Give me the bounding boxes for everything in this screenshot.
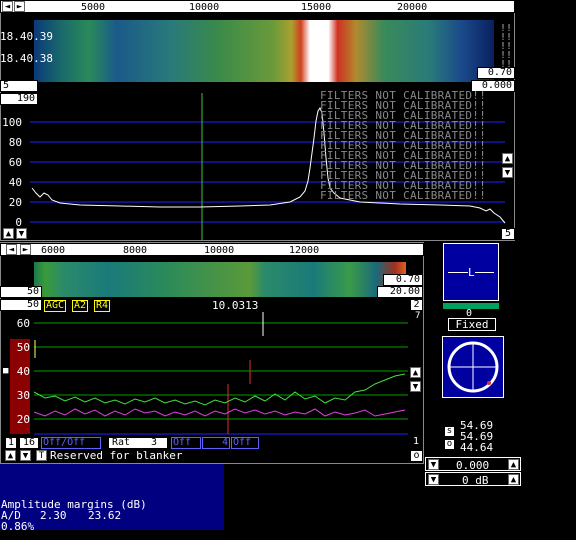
gain-up-button[interactable]: ▲ bbox=[508, 459, 519, 470]
y-axis-label: 100 bbox=[2, 116, 22, 129]
control-number-16[interactable]: 16 bbox=[19, 437, 39, 449]
freq-tick-label: 10000 bbox=[204, 245, 235, 256]
off-toggle[interactable]: Off bbox=[171, 437, 201, 449]
right-number-box[interactable]: 2 bbox=[410, 299, 423, 311]
lower-frequency-scale: ◄ ► 6000 8000 10000 12000 bbox=[0, 243, 424, 256]
db-value: 0 dB bbox=[462, 474, 489, 487]
freq-tick-label: 8000 bbox=[123, 245, 148, 256]
mode-fixed[interactable]: Fixed bbox=[448, 318, 496, 331]
lower-waterfall[interactable] bbox=[34, 262, 406, 297]
freq-tick-label: 12000 bbox=[289, 245, 320, 256]
time-label: 18.40.38 bbox=[0, 52, 53, 65]
readout-o-value: 44.64 bbox=[460, 441, 494, 454]
o-button[interactable]: o bbox=[410, 450, 423, 462]
lower-y-axis-label: 30 bbox=[16, 389, 30, 402]
readout-label-s: s bbox=[446, 426, 453, 436]
top-frequency-scale: ◄ ► 5000 10000 15000 20000 bbox=[0, 0, 515, 13]
scroll-up-button[interactable]: ▲ bbox=[502, 153, 513, 164]
control-number-1[interactable]: 1 bbox=[5, 437, 17, 449]
lower-waterfall-left-number[interactable]: 50 bbox=[0, 286, 42, 298]
blanker-up-button[interactable]: ▲ bbox=[5, 450, 16, 461]
lower-y-axis-label: 40 bbox=[16, 365, 30, 378]
readout-box-o: o bbox=[444, 439, 455, 450]
signal-trace bbox=[33, 373, 406, 406]
waterfall-gain-value[interactable]: 0.70 bbox=[477, 67, 515, 79]
y-axis-label: 60 bbox=[8, 156, 22, 169]
lower-y-axis-label: 20 bbox=[16, 413, 30, 426]
readout-box-s: s bbox=[444, 426, 455, 437]
corner-number[interactable]: 5 bbox=[501, 228, 515, 240]
freq-tick-label: 20000 bbox=[397, 2, 428, 13]
blanker-toggle-button[interactable]: T bbox=[36, 450, 47, 461]
lower-scroll-down-button[interactable]: ▼ bbox=[410, 381, 421, 392]
gain-control[interactable]: ▼ 0.000 ▲ bbox=[425, 457, 521, 472]
polar-circle bbox=[447, 341, 499, 393]
lower-waterfall-offset[interactable]: 20.00 bbox=[377, 286, 423, 298]
scroll-down-button[interactable]: ▼ bbox=[16, 228, 27, 239]
freq-tick-label: 5000 bbox=[81, 2, 106, 13]
db-control[interactable]: ▼ 0 dB ▲ bbox=[425, 472, 521, 487]
s-meter-display: L bbox=[443, 243, 499, 301]
scroll-left-button[interactable]: ◄ bbox=[2, 1, 13, 12]
percent-value: 0.86% bbox=[1, 520, 35, 533]
gain-down-button[interactable]: ▼ bbox=[428, 459, 439, 470]
noise-trace bbox=[33, 408, 406, 417]
freq-tick-label: 15000 bbox=[301, 2, 332, 13]
lower-y-axis-label: 60 bbox=[16, 317, 30, 330]
amplitude-title: Amplitude margins (dB) bbox=[1, 498, 147, 511]
ad-low-value: 2.30 bbox=[40, 509, 67, 522]
scroll-right-button[interactable]: ► bbox=[20, 244, 31, 255]
scroll-up-button[interactable]: ▲ bbox=[3, 228, 14, 239]
grid-lines bbox=[34, 322, 408, 420]
waterfall-side-marks: !!!!!!!!!! bbox=[500, 23, 513, 70]
scroll-right-button[interactable]: ► bbox=[14, 1, 25, 12]
waterfall-left-number[interactable]: 5 bbox=[0, 80, 38, 92]
amplitude-margins-panel: Amplitude margins (dB) A/D 2.30 23.62 0.… bbox=[0, 464, 224, 533]
off-off-toggle[interactable]: Off/Off bbox=[41, 437, 101, 449]
lower-y-axis-label: 50 bbox=[16, 341, 30, 354]
s-meter-letter: L bbox=[468, 266, 475, 279]
time-label: 18.40.39 bbox=[0, 30, 53, 43]
y-axis-label: 40 bbox=[8, 176, 22, 189]
gain-value: 0.000 bbox=[456, 459, 490, 472]
lower-scroll-up-button[interactable]: ▲ bbox=[410, 367, 421, 378]
freq-tick-label: 10000 bbox=[189, 2, 220, 13]
freq-tick-label: 6000 bbox=[41, 245, 66, 256]
ad-high-value: 23.62 bbox=[88, 509, 122, 522]
scroll-left-button[interactable]: ◄ bbox=[6, 244, 17, 255]
lower-waterfall-gain[interactable]: 0.70 bbox=[383, 274, 423, 286]
readout-label-o: o bbox=[446, 439, 453, 449]
calibration-warning: FILTERS NOT CALIBRATED!! bbox=[320, 189, 487, 202]
top-waterfall[interactable] bbox=[34, 20, 494, 82]
number-4-field[interactable]: 4 bbox=[202, 437, 230, 449]
rat-value: 3 bbox=[151, 437, 158, 448]
blanker-label: Reserved for blanker bbox=[50, 449, 183, 462]
polar-display bbox=[442, 336, 504, 398]
rat-label: Rat bbox=[112, 437, 131, 448]
lower-spectrum-graph bbox=[33, 312, 408, 435]
db-up-button[interactable]: ▲ bbox=[508, 474, 519, 485]
lower-bottom-number: 1 bbox=[413, 436, 420, 447]
r4-tag[interactable]: R4 bbox=[94, 300, 111, 312]
db-down-button[interactable]: ▼ bbox=[428, 474, 439, 485]
lower-avg-value-box[interactable]: 50 bbox=[0, 299, 42, 311]
agc-tag[interactable]: AGC bbox=[44, 300, 67, 312]
y-axis-label: 20 bbox=[8, 196, 22, 209]
center-frequency: 10.0313 bbox=[212, 299, 259, 312]
scroll-down-button[interactable]: ▼ bbox=[502, 167, 513, 178]
blanker-down-button[interactable]: ▼ bbox=[20, 450, 31, 461]
rat-control[interactable]: Rat 3 bbox=[108, 437, 168, 449]
a2-tag[interactable]: A2 bbox=[72, 300, 89, 312]
y-axis-label: 80 bbox=[8, 136, 22, 149]
off-toggle-right[interactable]: Off bbox=[231, 437, 259, 449]
